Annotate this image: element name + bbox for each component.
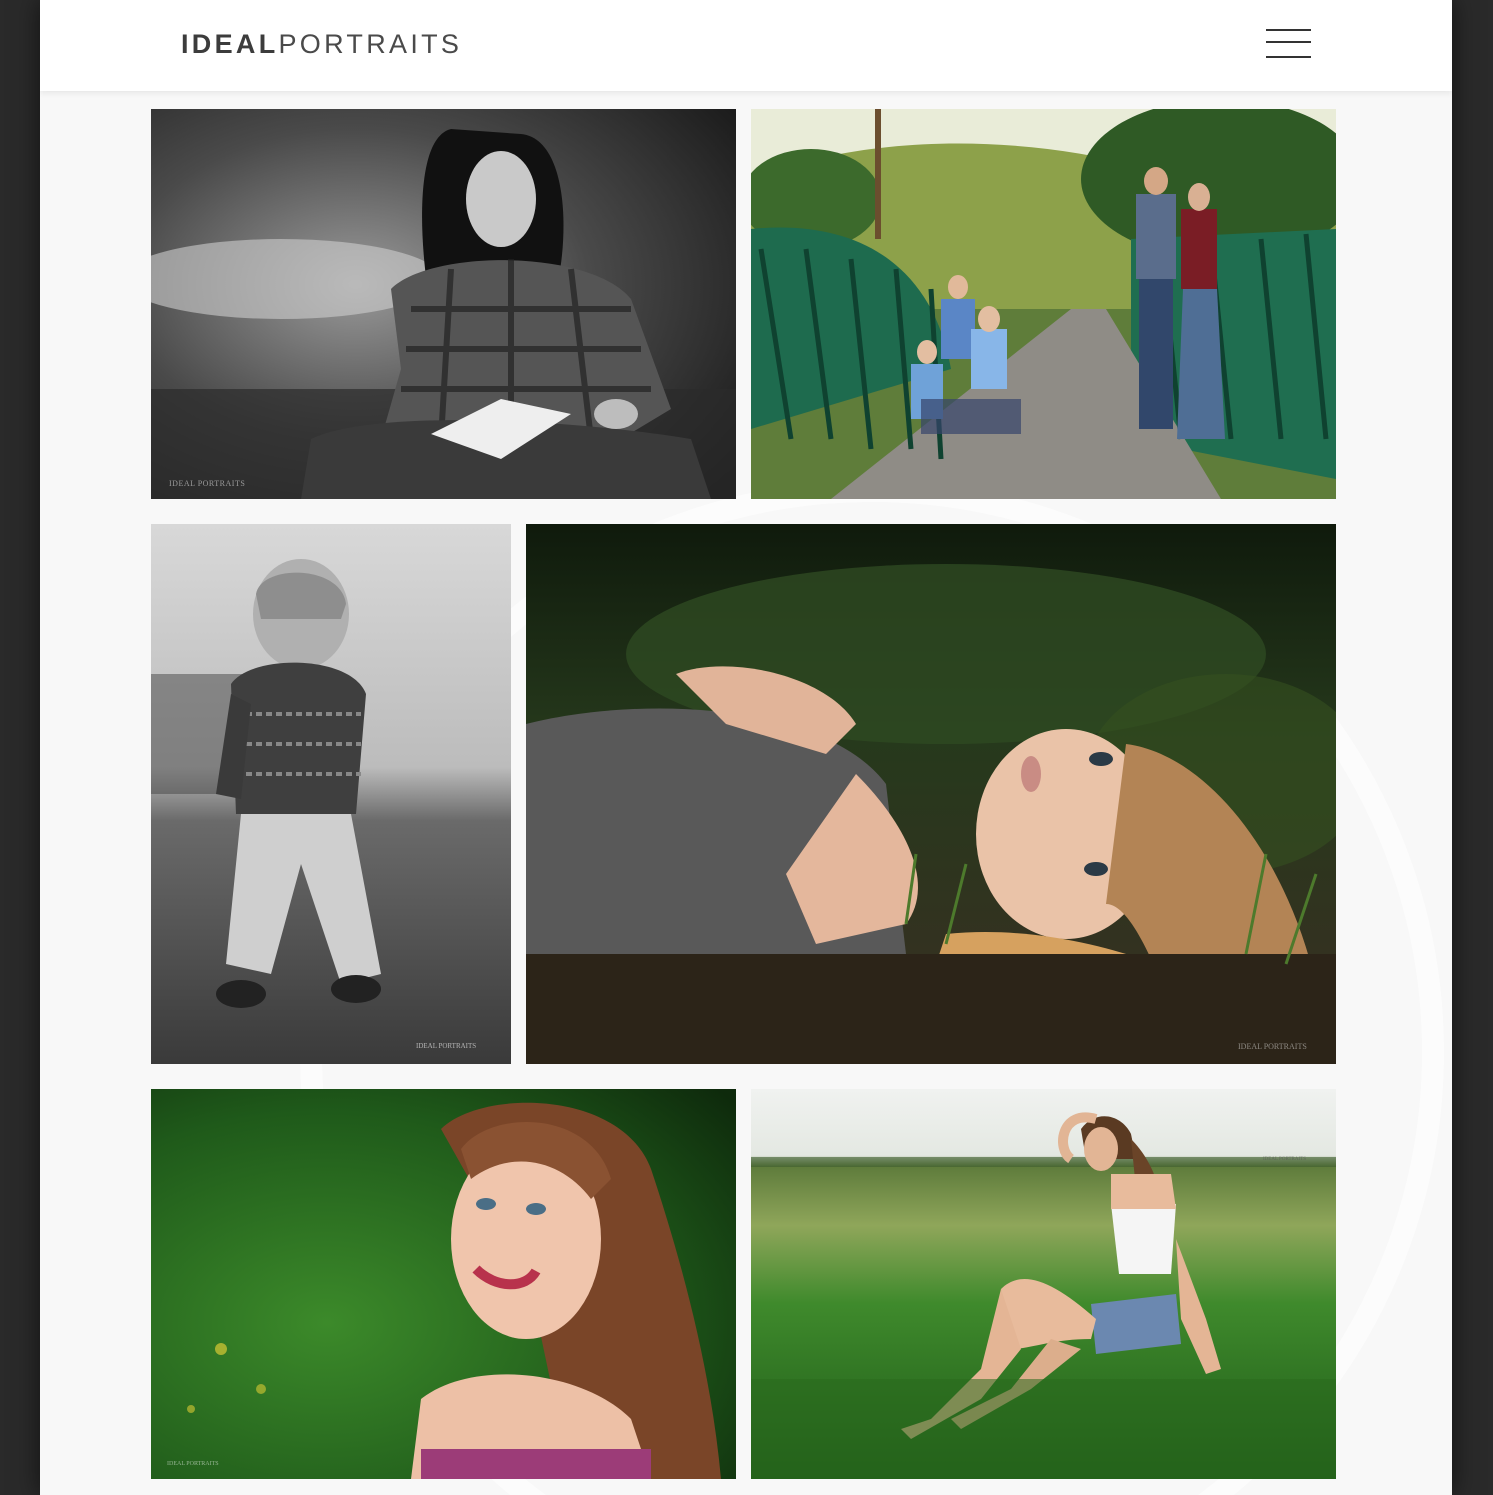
site-logo[interactable]: IDEALPORTRAITS (181, 28, 462, 60)
logo-light-text: PORTRAITS (278, 29, 463, 59)
menu-line (1266, 41, 1311, 43)
photo-toddler-image: IDEAL PORTRAITS (151, 524, 511, 1064)
gallery-photo-woman-writing[interactable]: IDEAL PORTRAITS (151, 109, 736, 499)
watermark-text: IDEAL PORTRAITS (1263, 1157, 1306, 1162)
gallery-photo-smiling-girl[interactable]: IDEAL PORTRAITS (151, 1089, 736, 1479)
watermark-text: IDEAL PORTRAITS (167, 1461, 219, 1467)
photo-woman-lying-image: IDEAL PORTRAITS (526, 524, 1336, 1064)
photo-smiling-girl-image: IDEAL PORTRAITS (151, 1089, 736, 1479)
gallery-photo-toddler[interactable]: IDEAL PORTRAITS (151, 524, 511, 1064)
gallery-photo-family-bridge[interactable] (751, 109, 1336, 499)
menu-line (1266, 56, 1311, 58)
gallery-photo-woman-lying[interactable]: IDEAL PORTRAITS (526, 524, 1336, 1064)
watermark-text: IDEAL PORTRAITS (169, 479, 245, 488)
watermark-text: IDEAL PORTRAITS (416, 1042, 476, 1050)
gallery-photo-woman-field[interactable]: IDEAL PORTRAITS (751, 1089, 1336, 1479)
watermark-text: IDEAL PORTRAITS (1238, 1042, 1307, 1051)
photo-family-bridge-image (751, 109, 1336, 499)
hamburger-menu-icon[interactable] (1262, 27, 1312, 61)
logo-bold-text: IDEAL (181, 29, 279, 59)
page-container: IDEALPORTRAITS IDEAL PORTRAITS IDEAL POR… (40, 0, 1452, 1495)
photo-woman-writing-image: IDEAL PORTRAITS (151, 109, 736, 499)
menu-line (1266, 29, 1311, 31)
site-header: IDEALPORTRAITS (40, 0, 1452, 91)
photo-woman-field-image: IDEAL PORTRAITS (751, 1089, 1336, 1479)
